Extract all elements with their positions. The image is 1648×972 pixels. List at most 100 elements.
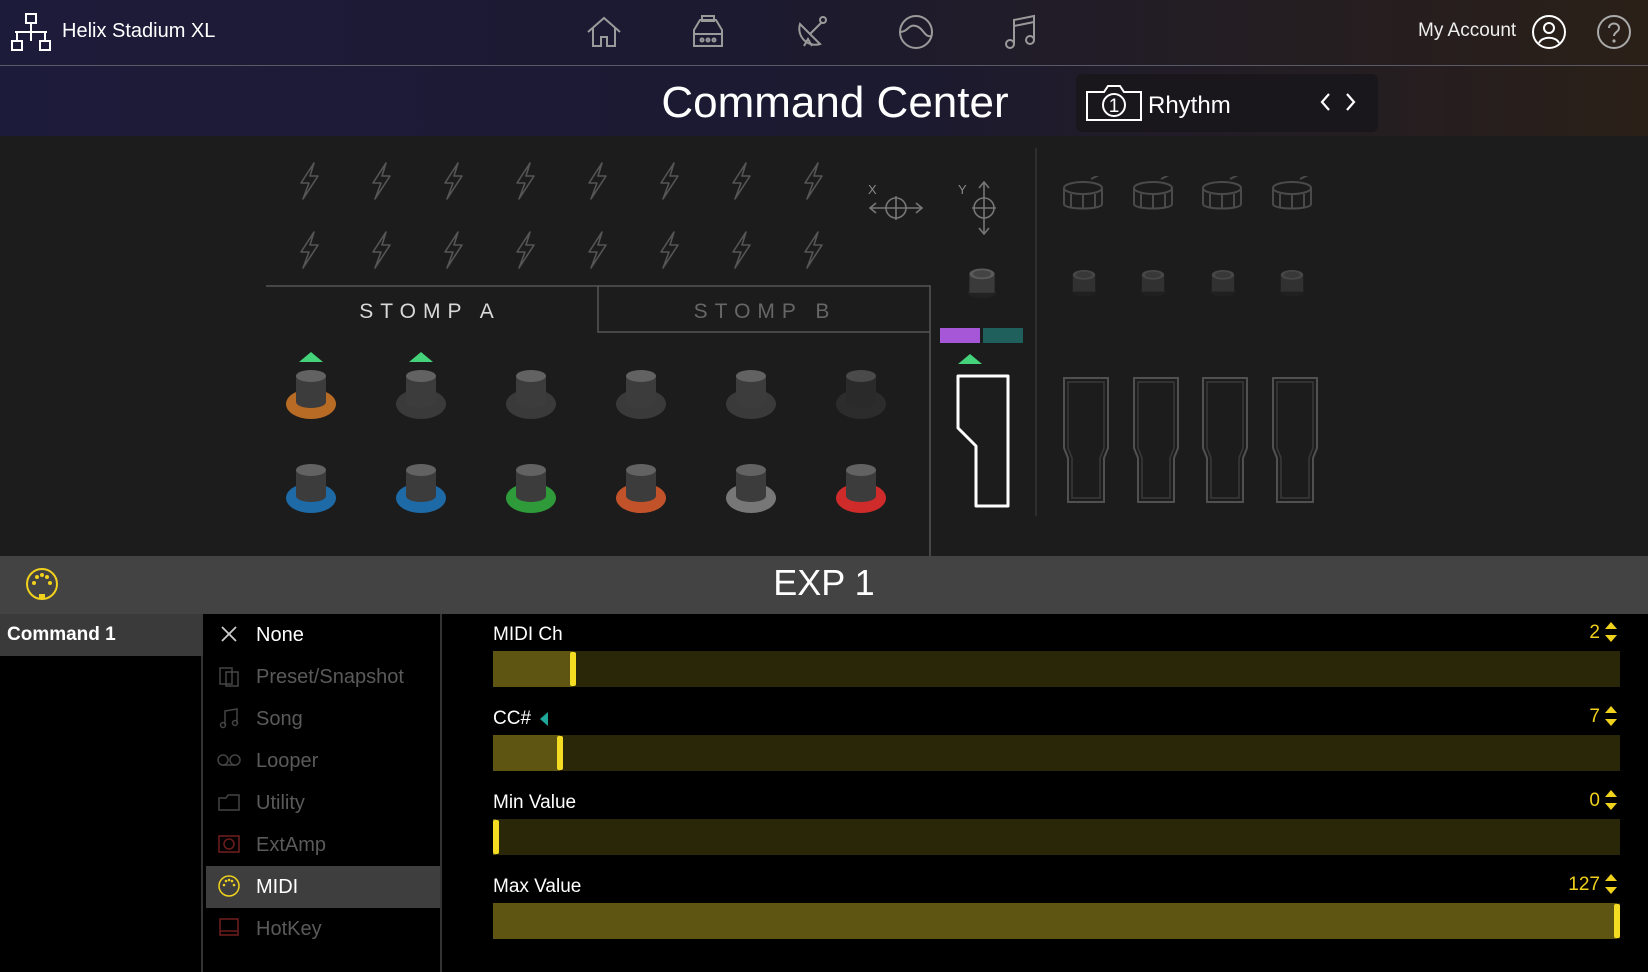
footswitch-cap — [406, 464, 436, 476]
bolt-icon — [516, 162, 535, 200]
active-arrow-icon — [958, 354, 982, 364]
aux-knob — [1140, 270, 1166, 297]
param-label-cc: CC# — [493, 708, 532, 729]
exp-pedal — [1202, 377, 1248, 503]
footswitch-base — [296, 396, 326, 408]
amp-icon[interactable] — [688, 12, 728, 52]
page-title: Command Center — [661, 78, 1009, 127]
exp-pedal — [1133, 377, 1179, 503]
footswitch[interactable] — [616, 370, 666, 419]
category-looper[interactable]: Looper — [206, 740, 440, 782]
command-item-label: Command 1 — [7, 624, 116, 645]
utility-icon — [218, 794, 240, 811]
account-icon[interactable] — [1530, 13, 1568, 51]
learn-arrow-icon — [540, 712, 548, 726]
help-icon[interactable] — [1595, 13, 1633, 51]
param-value-cc: 7 — [1589, 706, 1600, 727]
drum-icon — [1133, 176, 1173, 210]
footswitch[interactable] — [726, 370, 776, 419]
exp-pedal — [1272, 377, 1318, 503]
active-arrow-icon — [299, 352, 323, 362]
exp-1-pedal — [956, 374, 1010, 508]
slider-midi-ch[interactable] — [493, 651, 1620, 687]
hotkey-icon — [219, 918, 239, 936]
category-none[interactable]: None — [206, 614, 440, 656]
preset-number-icon: 1 — [1086, 85, 1142, 121]
category-song[interactable]: Song — [206, 698, 440, 740]
music-note-icon[interactable] — [1000, 12, 1040, 52]
midi-icon — [218, 875, 240, 897]
midi-icon — [26, 568, 58, 600]
bolt-icon — [588, 231, 607, 269]
footswitch-cap — [296, 464, 326, 476]
tab-stomp-b[interactable]: STOMP B — [620, 300, 910, 324]
preset-name: Rhythm — [1148, 92, 1231, 119]
stepper-icon[interactable] — [1604, 789, 1618, 811]
slider-min-value[interactable] — [493, 819, 1620, 855]
bolt-icon — [444, 231, 463, 269]
category-midi[interactable]: MIDI — [206, 866, 440, 908]
footswitch-cap — [846, 464, 876, 476]
footswitch-base — [846, 490, 876, 502]
app-title: Helix Stadium XL — [62, 20, 216, 42]
tone-icon[interactable] — [896, 12, 936, 52]
music-note-icon — [219, 708, 239, 729]
joystick-y-label: Y — [958, 182, 967, 197]
footswitch[interactable] — [396, 464, 446, 513]
slider-max-value[interactable] — [493, 903, 1620, 939]
footswitch[interactable] — [396, 370, 446, 419]
footswitch[interactable] — [726, 464, 776, 513]
footswitch[interactable] — [836, 370, 886, 419]
footswitch[interactable] — [616, 464, 666, 513]
category-utility[interactable]: Utility — [206, 782, 440, 824]
bolt-icon — [300, 231, 319, 269]
preset-nav-arrows-icon[interactable] — [1318, 90, 1358, 114]
close-icon — [221, 626, 237, 642]
home-icon[interactable] — [584, 12, 624, 52]
footswitch[interactable] — [286, 370, 336, 419]
aux-knob — [1279, 270, 1305, 297]
ext-amp-icon — [218, 835, 240, 853]
drum-icon — [1272, 176, 1312, 210]
param-value-max-value: 127 — [1568, 874, 1600, 895]
bolt-icon — [660, 162, 679, 200]
bolt-switch-grid — [300, 162, 823, 269]
bolt-icon — [588, 162, 607, 200]
exp-title: EXP 1 — [773, 562, 875, 603]
preset-icon — [219, 667, 239, 687]
exp-switch-knob — [967, 268, 997, 299]
footswitch-cap — [846, 370, 876, 382]
slider-handle — [493, 820, 499, 854]
footswitch-cap — [626, 370, 656, 382]
category-extamp[interactable]: ExtAmp — [206, 824, 440, 866]
slider-cc[interactable] — [493, 735, 1620, 771]
footswitch[interactable] — [506, 464, 556, 513]
footswitch-base — [626, 396, 656, 408]
stepper-icon[interactable] — [1604, 705, 1618, 727]
stepper-icon[interactable] — [1604, 873, 1618, 895]
footswitch-base — [736, 490, 766, 502]
active-arrow-icon — [409, 352, 433, 362]
stepper-icon[interactable] — [1604, 621, 1618, 643]
my-account-label[interactable]: My Account — [1418, 20, 1516, 42]
tab-stomp-a[interactable]: STOMP A — [290, 300, 570, 324]
category-hotkey[interactable]: HotKey — [206, 908, 440, 950]
category-preset-snapshot[interactable]: Preset/Snapshot — [206, 656, 440, 698]
preset-number: 1 — [1109, 96, 1120, 117]
footswitch[interactable] — [506, 370, 556, 419]
slider-fill — [493, 735, 560, 771]
footswitch-cap — [296, 370, 326, 382]
footswitch[interactable] — [836, 464, 886, 513]
exp-pedal — [1063, 377, 1109, 503]
param-label-max-value: Max Value — [493, 876, 582, 897]
network-icon[interactable] — [10, 12, 54, 52]
slider-handle — [557, 736, 563, 770]
footswitch-base — [296, 490, 326, 502]
param-value-midi-ch: 2 — [1589, 622, 1600, 643]
footswitch[interactable] — [286, 464, 336, 513]
satellite-icon[interactable] — [792, 12, 832, 52]
command-list — [0, 614, 203, 972]
joystick-x-icon — [868, 196, 924, 220]
slider-fill — [493, 651, 573, 687]
drum-icon — [1202, 176, 1242, 210]
